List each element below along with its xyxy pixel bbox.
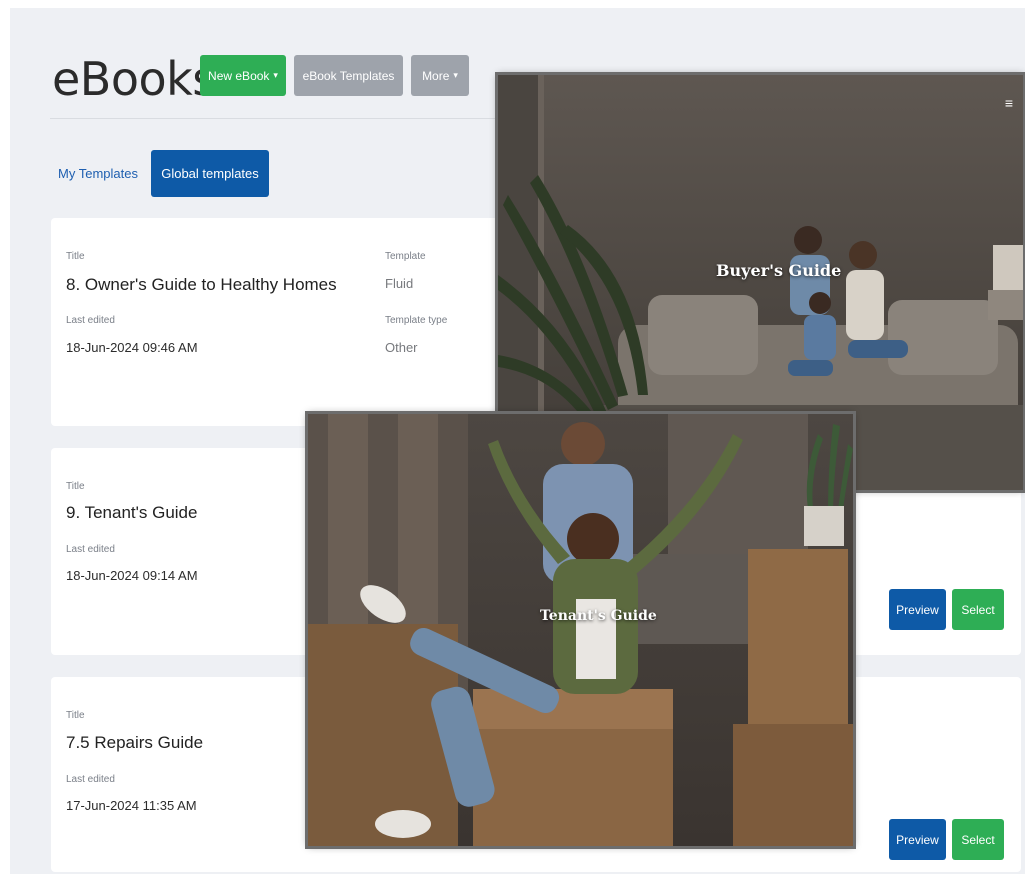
preview-button[interactable]: Preview xyxy=(889,589,946,630)
title-label: Title xyxy=(66,710,85,721)
more-label: More xyxy=(422,68,450,83)
ebook-templates-button[interactable]: eBook Templates xyxy=(294,55,403,96)
new-ebook-button[interactable]: New eBook ▾ xyxy=(200,55,286,96)
chevron-down-icon: ▾ xyxy=(273,70,278,80)
buyers-guide-caption: Buyer's Guide xyxy=(716,261,842,280)
tenants-guide-preview: Tenant's Guide xyxy=(308,414,853,846)
last-edited-value: 18-Jun-2024 09:14 AM xyxy=(66,568,198,583)
template-type-label: Template type xyxy=(385,315,448,326)
preview-button[interactable]: Preview xyxy=(889,819,946,860)
template-value: Fluid xyxy=(385,276,414,291)
last-edited-value: 18-Jun-2024 09:46 AM xyxy=(66,340,198,355)
last-edited-value: 17-Jun-2024 11:35 AM xyxy=(66,798,197,813)
template-title: 9. Tenant's Guide xyxy=(66,503,198,522)
template-type-value: Other xyxy=(385,340,418,355)
menu-icon[interactable]: ≡ xyxy=(1005,95,1013,111)
last-edited-label: Last edited xyxy=(66,544,115,555)
page-title: eBooks xyxy=(52,52,216,106)
tenants-guide-photo xyxy=(308,414,853,846)
tab-my-templates[interactable]: My Templates xyxy=(52,150,144,196)
select-button[interactable]: Select xyxy=(952,819,1004,860)
header-divider xyxy=(50,118,500,119)
more-button[interactable]: More ▾ xyxy=(411,55,469,96)
tenants-guide-caption: Tenant's Guide xyxy=(540,608,657,624)
tab-global-templates[interactable]: Global templates xyxy=(151,150,269,197)
select-button[interactable]: Select xyxy=(952,589,1004,630)
template-label: Template xyxy=(385,251,426,262)
title-label: Title xyxy=(66,251,85,262)
title-label: Title xyxy=(66,481,85,492)
template-title: 8. Owner's Guide to Healthy Homes xyxy=(66,275,337,294)
template-title: 7.5 Repairs Guide xyxy=(66,733,204,752)
new-ebook-label: New eBook xyxy=(208,68,270,83)
chevron-down-icon: ▾ xyxy=(453,70,458,80)
last-edited-label: Last edited xyxy=(66,315,115,326)
last-edited-label: Last edited xyxy=(66,774,115,785)
